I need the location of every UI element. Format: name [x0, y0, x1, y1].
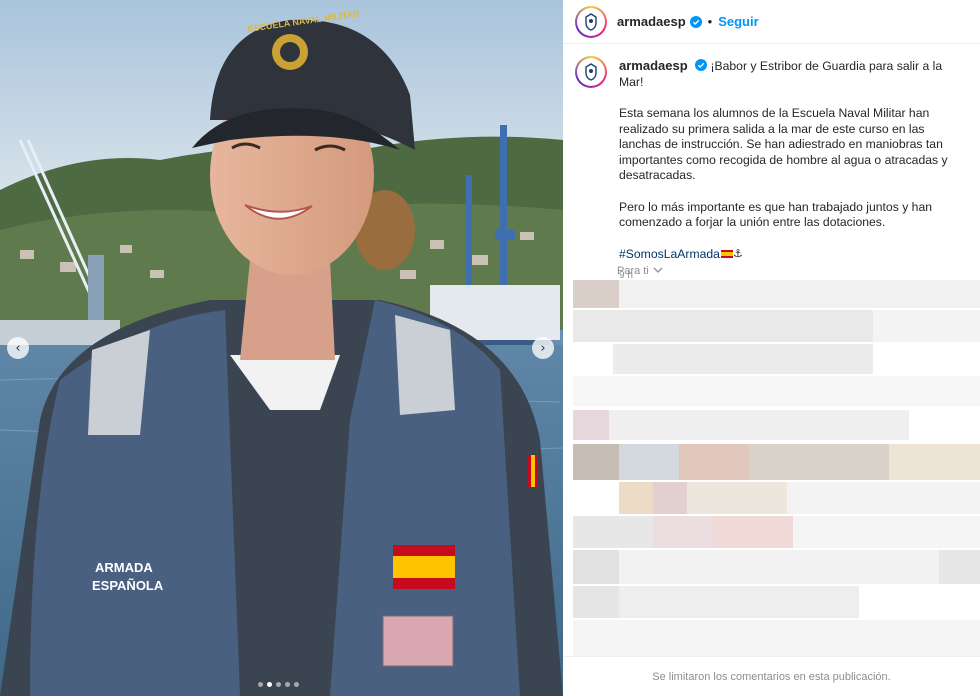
carousel-indicator: [258, 682, 299, 687]
navy-emblem-icon: [585, 12, 597, 31]
carousel-dot-active: [267, 682, 272, 687]
carousel-prev-button[interactable]: ‹: [7, 337, 29, 359]
navy-emblem-icon: [585, 63, 597, 81]
vest-text-espanola: ESPAÑOLA: [92, 578, 164, 593]
post-image: ARMADA ESPAÑOLA ESCUELA NAVAL MILITAR: [0, 0, 563, 696]
vest-text-armada: ARMADA: [95, 560, 153, 575]
hashtag-link[interactable]: #SomosLaArmada: [619, 247, 720, 261]
chevron-left-icon: ‹: [15, 340, 21, 356]
blurred-comments-area: [573, 280, 980, 656]
caption-username[interactable]: armadaesp: [619, 58, 688, 73]
separator-dot: •: [707, 14, 713, 29]
post-caption: armadaesp ¡Babor y Estribor de Guardia p…: [563, 44, 980, 284]
anchor-emblem-icon: ⚓: [732, 247, 743, 260]
post-side-panel: armadaesp • Seguir armadaesp ¡Babor y Es…: [563, 0, 980, 696]
carousel-dot: [258, 682, 263, 687]
for-you-toggle[interactable]: Para ti: [617, 265, 663, 277]
caption-paragraph-1: Esta semana los alumnos de la Escuela Na…: [619, 106, 948, 182]
avatar[interactable]: [575, 5, 607, 38]
verified-badge-icon: [689, 15, 702, 28]
chevron-down-icon: [653, 265, 663, 277]
post-header: armadaesp • Seguir: [563, 0, 980, 44]
spain-flag-icon: [720, 250, 733, 259]
follow-button[interactable]: Seguir: [718, 14, 758, 29]
carousel-dot: [276, 682, 281, 687]
caption-paragraph-2: Pero lo más importante es que han trabaj…: [619, 199, 933, 230]
post-photo[interactable]: ARMADA ESPAÑOLA ESCUELA NAVAL MILITAR ‹ …: [0, 0, 563, 696]
for-you-label: Para ti: [617, 265, 649, 277]
verified-badge-icon: [695, 59, 708, 71]
carousel-dot: [285, 682, 290, 687]
chevron-right-icon: ›: [540, 340, 546, 356]
carousel-next-button[interactable]: ›: [532, 337, 554, 359]
caption-avatar[interactable]: [575, 56, 607, 88]
comments-limited-notice: Se limitaron los comentarios en esta pub…: [563, 656, 980, 696]
carousel-dot: [294, 682, 299, 687]
header-username[interactable]: armadaesp: [617, 14, 686, 29]
